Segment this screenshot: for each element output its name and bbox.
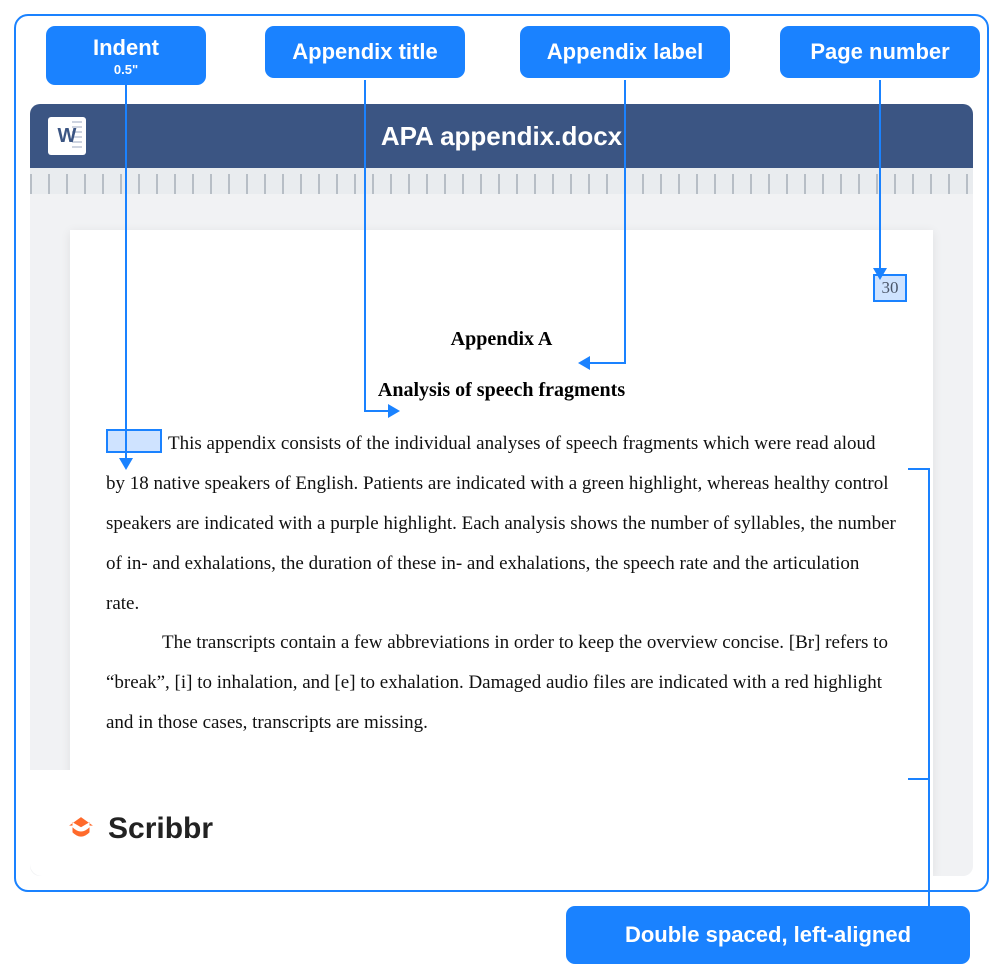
callout-page-number: Page number (780, 26, 980, 78)
connector-indent (125, 82, 127, 460)
word-icon: W (48, 117, 86, 155)
ruler-ticks (30, 174, 973, 194)
bracket-vert (928, 468, 930, 778)
callout-appendix-label: Appendix label (520, 26, 730, 78)
callout-spacing: Double spaced, left-aligned (566, 906, 970, 964)
indent-highlight (106, 429, 162, 453)
word-icon-letter: W (58, 125, 77, 148)
callout-appendix-title: Appendix title (265, 26, 465, 78)
callout-indent: Indent 0.5" (46, 26, 206, 85)
arrow-pagenum (873, 268, 887, 280)
paragraph-2: The transcripts contain a few abbreviati… (106, 623, 897, 743)
appendix-body: This appendix consists of the individual… (106, 424, 897, 743)
ruler (30, 168, 973, 194)
callout-title-text: Appendix title (292, 40, 437, 64)
arrow-label (578, 356, 590, 370)
paper-background: 30 Appendix A Analysis of speech fragmen… (30, 194, 973, 876)
arrow-title (388, 404, 400, 418)
callout-indent-sub: 0.5" (114, 63, 138, 77)
bracket-top (908, 468, 928, 470)
connector-title-v (364, 80, 366, 412)
connector-bottom-v (928, 778, 930, 910)
connector-pagenum (879, 80, 881, 270)
brand-badge: Scribbr (30, 770, 340, 876)
bracket-bottom (908, 778, 928, 780)
word-filename: APA appendix.docx (86, 121, 917, 152)
callout-label-text: Appendix label (547, 40, 703, 64)
connector-label-h (590, 362, 626, 364)
appendix-label: Appendix A (106, 328, 897, 351)
brand-name: Scribbr (108, 812, 213, 846)
paragraph-1: This appendix consists of the individual… (106, 424, 897, 623)
connector-label-v (624, 80, 626, 364)
word-titlebar: W APA appendix.docx (30, 104, 973, 168)
brand-logo: Scribbr (64, 812, 213, 846)
callout-page-text: Page number (810, 40, 949, 64)
callout-spacing-text: Double spaced, left-aligned (625, 922, 911, 947)
connector-title-h (364, 410, 390, 412)
callout-indent-label: Indent (93, 36, 159, 60)
arrow-indent (119, 458, 133, 470)
page-number: 30 (882, 278, 899, 298)
paragraph-1-text: This appendix consists of the individual… (106, 433, 896, 614)
scribbr-icon (64, 812, 98, 846)
appendix-title: Analysis of speech fragments (106, 379, 897, 402)
